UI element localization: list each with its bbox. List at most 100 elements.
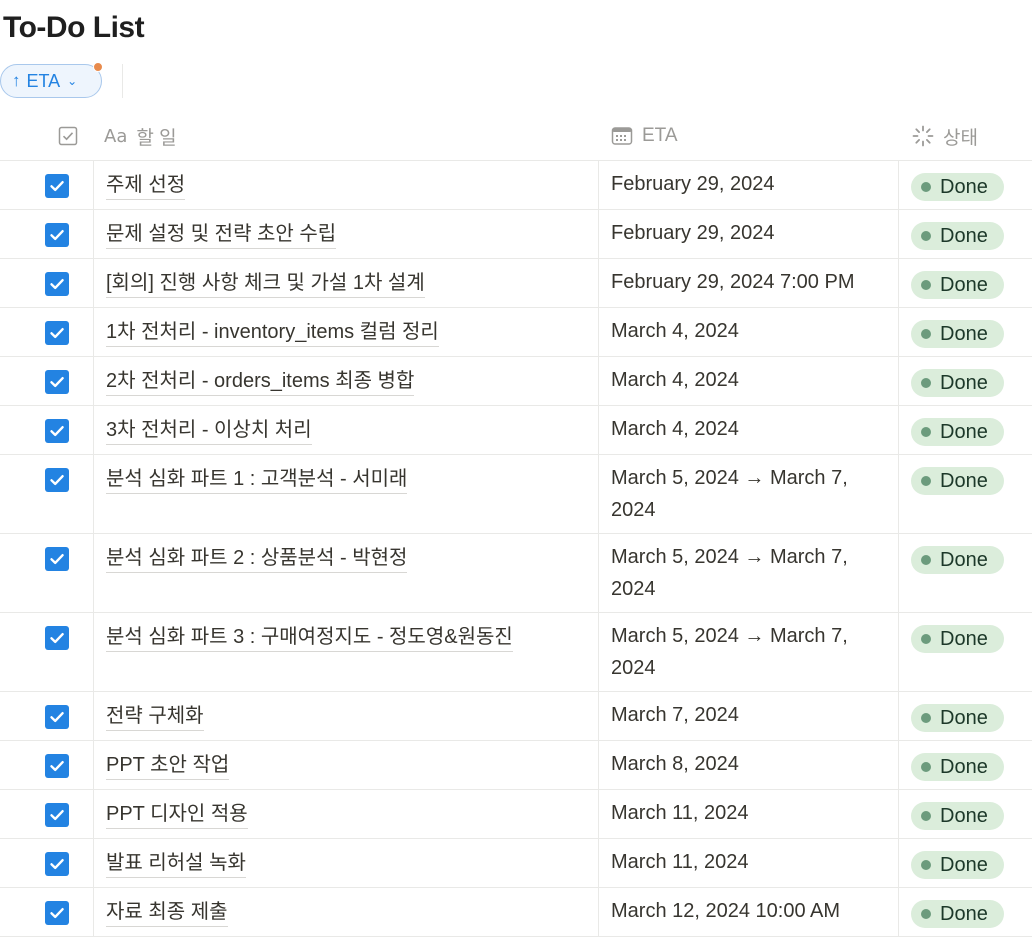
eta-cell[interactable]: March 12, 2024 10:00 AM <box>598 888 899 936</box>
task-cell[interactable]: PPT 디자인 적용 <box>93 790 599 838</box>
done-checkbox[interactable] <box>45 705 69 729</box>
task-title[interactable]: 분석 심화 파트 3 : 구매여정지도 - 정도영&원동진 <box>106 623 513 652</box>
status-label: Done <box>940 706 988 729</box>
task-cell[interactable]: 분석 심화 파트 2 : 상품분석 - 박현정 <box>93 534 599 612</box>
table-row[interactable]: 자료 최종 제출 March 12, 2024 10:00 AM Done <box>0 888 1032 937</box>
eta-cell[interactable]: March 5, 2024 → March 7, 2024 <box>598 613 899 691</box>
done-checkbox[interactable] <box>45 370 69 394</box>
task-title[interactable]: 3차 전처리 - 이상치 처리 <box>106 416 312 445</box>
eta-cell[interactable]: February 29, 2024 <box>598 161 899 209</box>
status-cell[interactable]: Done <box>898 741 1032 789</box>
status-cell[interactable]: Done <box>898 613 1032 691</box>
header-task-column[interactable]: Aa 할 일 <box>104 112 177 160</box>
table-row[interactable]: 분석 심화 파트 3 : 구매여정지도 - 정도영&원동진 March 5, 2… <box>0 613 1032 692</box>
task-cell[interactable]: 2차 전처리 - orders_items 최종 병합 <box>93 357 599 405</box>
table-row[interactable]: [회의] 진행 사항 체크 및 가설 1차 설계 February 29, 20… <box>0 259 1032 308</box>
eta-cell[interactable]: March 5, 2024 → March 7, 2024 <box>598 455 899 533</box>
table-row[interactable]: PPT 디자인 적용 March 11, 2024 Done <box>0 790 1032 839</box>
status-dot-icon <box>921 329 931 339</box>
table-row[interactable]: 3차 전처리 - 이상치 처리 March 4, 2024 Done <box>0 406 1032 455</box>
table-row[interactable]: 분석 심화 파트 2 : 상품분석 - 박현정 March 5, 2024 → … <box>0 534 1032 613</box>
status-cell[interactable]: Done <box>898 888 1032 936</box>
table-row[interactable]: 문제 설정 및 전략 초안 수립 February 29, 2024 Done <box>0 210 1032 259</box>
eta-cell[interactable]: February 29, 2024 7:00 PM <box>598 259 899 307</box>
table-row[interactable]: 분석 심화 파트 1 : 고객분석 - 서미래 March 5, 2024 → … <box>0 455 1032 534</box>
table-row[interactable]: 2차 전처리 - orders_items 최종 병합 March 4, 202… <box>0 357 1032 406</box>
task-cell[interactable]: 발표 리허설 녹화 <box>93 839 599 887</box>
status-cell[interactable]: Done <box>898 790 1032 838</box>
status-cell[interactable]: Done <box>898 357 1032 405</box>
eta-cell[interactable]: March 5, 2024 → March 7, 2024 <box>598 534 899 612</box>
task-cell[interactable]: 분석 심화 파트 3 : 구매여정지도 - 정도영&원동진 <box>93 613 599 691</box>
status-cell[interactable]: Done <box>898 259 1032 307</box>
header-eta-column[interactable]: ETA <box>611 112 678 160</box>
task-cell[interactable]: 분석 심화 파트 1 : 고객분석 - 서미래 <box>93 455 599 533</box>
status-cell[interactable]: Done <box>898 839 1032 887</box>
task-title[interactable]: PPT 초안 작업 <box>106 751 230 780</box>
header-status-column[interactable]: 상태 <box>912 112 978 160</box>
done-checkbox[interactable] <box>45 803 69 827</box>
task-title[interactable]: 발표 리허설 녹화 <box>106 849 246 878</box>
task-cell[interactable]: 주제 선정 <box>93 161 599 209</box>
status-label: Done <box>940 853 988 876</box>
done-checkbox[interactable] <box>45 174 69 198</box>
task-title[interactable]: 자료 최종 제출 <box>106 898 228 927</box>
task-title[interactable]: 2차 전처리 - orders_items 최종 병합 <box>106 367 415 396</box>
status-dot-icon <box>921 476 931 486</box>
status-cell[interactable]: Done <box>898 406 1032 454</box>
task-title[interactable]: 주제 선정 <box>106 171 186 200</box>
eta-cell[interactable]: February 29, 2024 <box>598 210 899 258</box>
checkmark-icon <box>50 377 64 388</box>
task-title[interactable]: 전략 구체화 <box>106 702 204 731</box>
done-checkbox[interactable] <box>45 468 69 492</box>
task-cell[interactable]: 자료 최종 제출 <box>93 888 599 936</box>
eta-cell[interactable]: March 8, 2024 <box>598 741 899 789</box>
table-row[interactable]: 전략 구체화 March 7, 2024 Done <box>0 692 1032 741</box>
done-checkbox[interactable] <box>45 901 69 925</box>
task-cell[interactable]: [회의] 진행 사항 체크 및 가설 1차 설계 <box>93 259 599 307</box>
table-row[interactable]: 1차 전처리 - inventory_items 컬럼 정리 March 4, … <box>0 308 1032 357</box>
eta-cell[interactable]: March 4, 2024 <box>598 406 899 454</box>
checkmark-icon <box>50 810 64 821</box>
status-cell[interactable]: Done <box>898 210 1032 258</box>
table-row[interactable]: PPT 초안 작업 March 8, 2024 Done <box>0 741 1032 790</box>
status-dot-icon <box>921 555 931 565</box>
checkbox-cell <box>0 406 93 454</box>
done-checkbox[interactable] <box>45 272 69 296</box>
done-checkbox[interactable] <box>45 419 69 443</box>
status-cell[interactable]: Done <box>898 308 1032 356</box>
eta-cell[interactable]: March 11, 2024 <box>598 790 899 838</box>
task-title[interactable]: 문제 설정 및 전략 초안 수립 <box>106 220 337 249</box>
eta-cell[interactable]: March 4, 2024 <box>598 308 899 356</box>
task-cell[interactable]: 문제 설정 및 전략 초안 수립 <box>93 210 599 258</box>
task-title[interactable]: 1차 전처리 - inventory_items 컬럼 정리 <box>106 318 439 347</box>
done-checkbox[interactable] <box>45 223 69 247</box>
task-cell[interactable]: PPT 초안 작업 <box>93 741 599 789</box>
done-checkbox[interactable] <box>45 754 69 778</box>
table-row[interactable]: 주제 선정 February 29, 2024 Done <box>0 161 1032 210</box>
status-cell[interactable]: Done <box>898 161 1032 209</box>
table-row[interactable]: 발표 리허설 녹화 March 11, 2024 Done <box>0 839 1032 888</box>
task-title[interactable]: 분석 심화 파트 1 : 고객분석 - 서미래 <box>106 465 408 494</box>
status-badge: Done <box>911 851 1004 879</box>
status-cell[interactable]: Done <box>898 692 1032 740</box>
task-cell[interactable]: 3차 전처리 - 이상치 처리 <box>93 406 599 454</box>
task-cell[interactable]: 1차 전처리 - inventory_items 컬럼 정리 <box>93 308 599 356</box>
header-status-label: 상태 <box>943 127 978 149</box>
status-cell[interactable]: Done <box>898 534 1032 612</box>
eta-cell[interactable]: March 7, 2024 <box>598 692 899 740</box>
done-checkbox[interactable] <box>45 626 69 650</box>
eta-cell[interactable]: March 4, 2024 <box>598 357 899 405</box>
task-cell[interactable]: 전략 구체화 <box>93 692 599 740</box>
status-dot-icon <box>921 909 931 919</box>
task-title[interactable]: PPT 디자인 적용 <box>106 800 248 829</box>
header-checkbox-column[interactable] <box>58 112 78 160</box>
task-title[interactable]: [회의] 진행 사항 체크 및 가설 1차 설계 <box>106 269 425 298</box>
done-checkbox[interactable] <box>45 321 69 345</box>
done-checkbox[interactable] <box>45 852 69 876</box>
sort-chip[interactable]: ↑ ETA ⌄ <box>0 64 102 98</box>
status-cell[interactable]: Done <box>898 455 1032 533</box>
done-checkbox[interactable] <box>45 547 69 571</box>
eta-cell[interactable]: March 11, 2024 <box>598 839 899 887</box>
task-title[interactable]: 분석 심화 파트 2 : 상품분석 - 박현정 <box>106 544 408 573</box>
